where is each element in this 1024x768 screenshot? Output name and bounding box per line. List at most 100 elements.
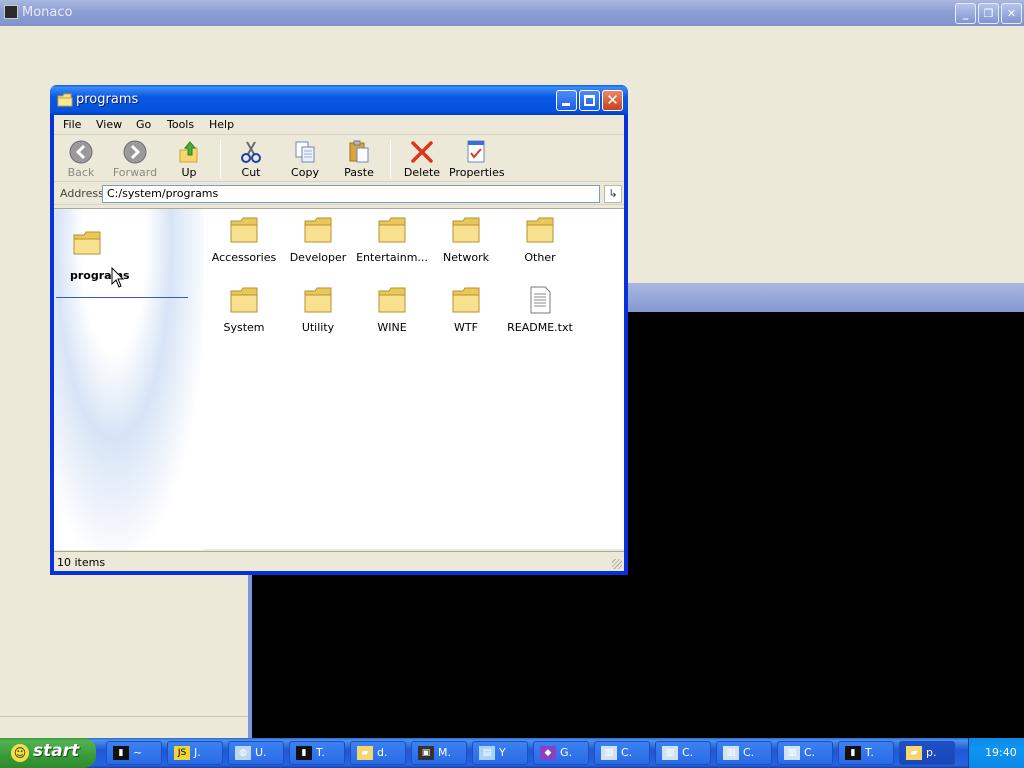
close-button[interactable]: ✕ — [602, 90, 623, 111]
folder-icon — [304, 287, 332, 313]
explorer-titlebar[interactable]: programs ✕ — [50, 85, 628, 115]
item-label: Entertainm... — [356, 251, 428, 264]
properties-label: Properties — [449, 166, 505, 179]
file-view[interactable]: programs Accessories Developer Entertainm.… — [54, 208, 624, 550]
taskbar-button[interactable]: ▮ T. — [289, 741, 345, 765]
folder-item[interactable]: Entertainm... — [355, 215, 429, 277]
go-arrow-icon: ↳ — [608, 187, 618, 200]
taskbar-button[interactable]: ▮ T. — [838, 741, 894, 765]
go-button[interactable]: ↳ — [604, 185, 622, 203]
monaco-restore-button[interactable]: ❐ — [978, 3, 999, 24]
resize-grip-icon[interactable] — [612, 559, 622, 569]
menu-view[interactable]: View — [96, 118, 122, 131]
taskbar-button-label: C. — [804, 746, 816, 759]
mouse-cursor-icon — [111, 267, 125, 288]
console-titlebar[interactable] — [626, 283, 1024, 312]
item-label: WINE — [377, 321, 407, 334]
clock[interactable]: 19:40 — [985, 746, 1017, 759]
task-pane-divider — [56, 297, 188, 298]
item-label: WTF — [454, 321, 478, 334]
smiley-icon: ☺ — [11, 744, 29, 762]
up-label: Up — [181, 166, 197, 179]
taskbar-button[interactable]: ◍ U. — [228, 741, 284, 765]
taskbar-button[interactable]: ▰ d. — [350, 741, 406, 765]
taskbar-button[interactable]: ▤ Y — [472, 741, 528, 765]
taskbar-button[interactable]: ▥ C. — [594, 741, 650, 765]
menu-go[interactable]: Go — [136, 118, 151, 131]
folder-item[interactable]: WTF — [429, 285, 503, 347]
monaco-minimize-button[interactable]: _ — [955, 3, 976, 24]
paste-label: Paste — [344, 166, 374, 179]
text-file-icon — [530, 286, 551, 314]
folder-item[interactable]: Network — [429, 215, 503, 277]
globe-icon: ◍ — [235, 746, 251, 760]
computer-icon: ▥ — [784, 746, 800, 760]
taskbar-button-label: C. — [682, 746, 694, 759]
computer-icon: ▥ — [601, 746, 617, 760]
terminal-icon: ▮ — [845, 746, 861, 760]
folder-item[interactable]: Other — [503, 215, 577, 277]
address-label: Address — [60, 187, 104, 200]
taskbar-button[interactable]: ▥ C. — [655, 741, 711, 765]
delete-button[interactable]: Delete — [395, 138, 449, 180]
taskbar-button[interactable]: ▥ C. — [777, 741, 833, 765]
taskbar-button-label: ~ — [133, 746, 143, 759]
explorer-title: programs — [76, 92, 139, 107]
minimize-button[interactable] — [556, 90, 577, 111]
forward-button[interactable]: Forward — [108, 138, 162, 180]
taskbar-button[interactable]: ▥ C. — [716, 741, 772, 765]
taskbar-button-label: G. — [560, 746, 573, 759]
folder-item[interactable]: WINE — [355, 285, 429, 347]
item-label: Developer — [289, 251, 347, 264]
paste-button[interactable]: Paste — [332, 138, 386, 180]
folder-icon: ▰ — [357, 746, 373, 760]
taskbar-button-label: U. — [255, 746, 267, 759]
forward-arrow-icon — [123, 140, 147, 164]
copy-button[interactable]: Copy — [278, 138, 332, 180]
item-label: System — [223, 321, 265, 334]
panel-divider[interactable] — [248, 575, 252, 738]
menu-file[interactable]: File — [63, 118, 81, 131]
terminal-icon: ▮ — [296, 746, 312, 760]
menu-tools[interactable]: Tools — [167, 118, 194, 131]
monaco-icon: ▣ — [418, 746, 434, 760]
status-bar: 10 items — [54, 551, 624, 571]
taskbar-button[interactable]: ▰ p. — [899, 741, 955, 765]
maximize-button[interactable] — [579, 90, 600, 111]
taskbar-button[interactable]: ▣ M. — [411, 741, 467, 765]
explorer-window: programs ✕ File View Go Tools Help Back — [50, 85, 628, 575]
cut-button[interactable]: Cut — [224, 138, 278, 180]
properties-button[interactable]: Properties — [449, 138, 505, 180]
address-input[interactable]: C:/system/programs — [102, 185, 600, 203]
folder-icon — [230, 217, 258, 243]
cut-label: Cut — [241, 166, 261, 179]
up-button[interactable]: Up — [162, 138, 216, 180]
folder-icon — [304, 217, 332, 243]
explorer-body: File View Go Tools Help Back Forward Up … — [54, 115, 624, 571]
forward-label: Forward — [112, 166, 158, 179]
taskbar-button-label: C. — [621, 746, 633, 759]
folder-icon — [378, 217, 406, 243]
taskbar-button-label: C. — [743, 746, 755, 759]
document-icon: ▤ — [479, 746, 495, 760]
terminal-icon: ▮ — [113, 746, 129, 760]
folder-item[interactable]: Accessories — [207, 215, 281, 277]
menu-help[interactable]: Help — [209, 118, 234, 131]
folder-item[interactable]: Developer — [281, 215, 355, 277]
back-button[interactable]: Back — [54, 138, 108, 180]
taskbar-button-label: d. — [377, 746, 388, 759]
task-pane: programs — [54, 209, 204, 550]
taskbar-button[interactable]: ◆ G. — [533, 741, 589, 765]
file-item[interactable]: README.txt — [503, 285, 577, 347]
taskbar-button-label: J. — [194, 746, 201, 759]
start-button[interactable]: ☺ start — [0, 738, 96, 768]
monaco-close-button[interactable]: ✕ — [1001, 3, 1022, 24]
folder-item[interactable]: Utility — [281, 285, 355, 347]
folder-icon — [230, 287, 258, 313]
computer-icon: ▥ — [662, 746, 678, 760]
taskbar-button[interactable]: JS J. — [167, 741, 223, 765]
taskbar-button[interactable]: ▮ ~ — [106, 741, 162, 765]
item-label: Utility — [301, 321, 335, 334]
folder-item[interactable]: System — [207, 285, 281, 347]
monaco-titlebar[interactable]: Monaco _ ❐ ✕ — [0, 0, 1024, 26]
